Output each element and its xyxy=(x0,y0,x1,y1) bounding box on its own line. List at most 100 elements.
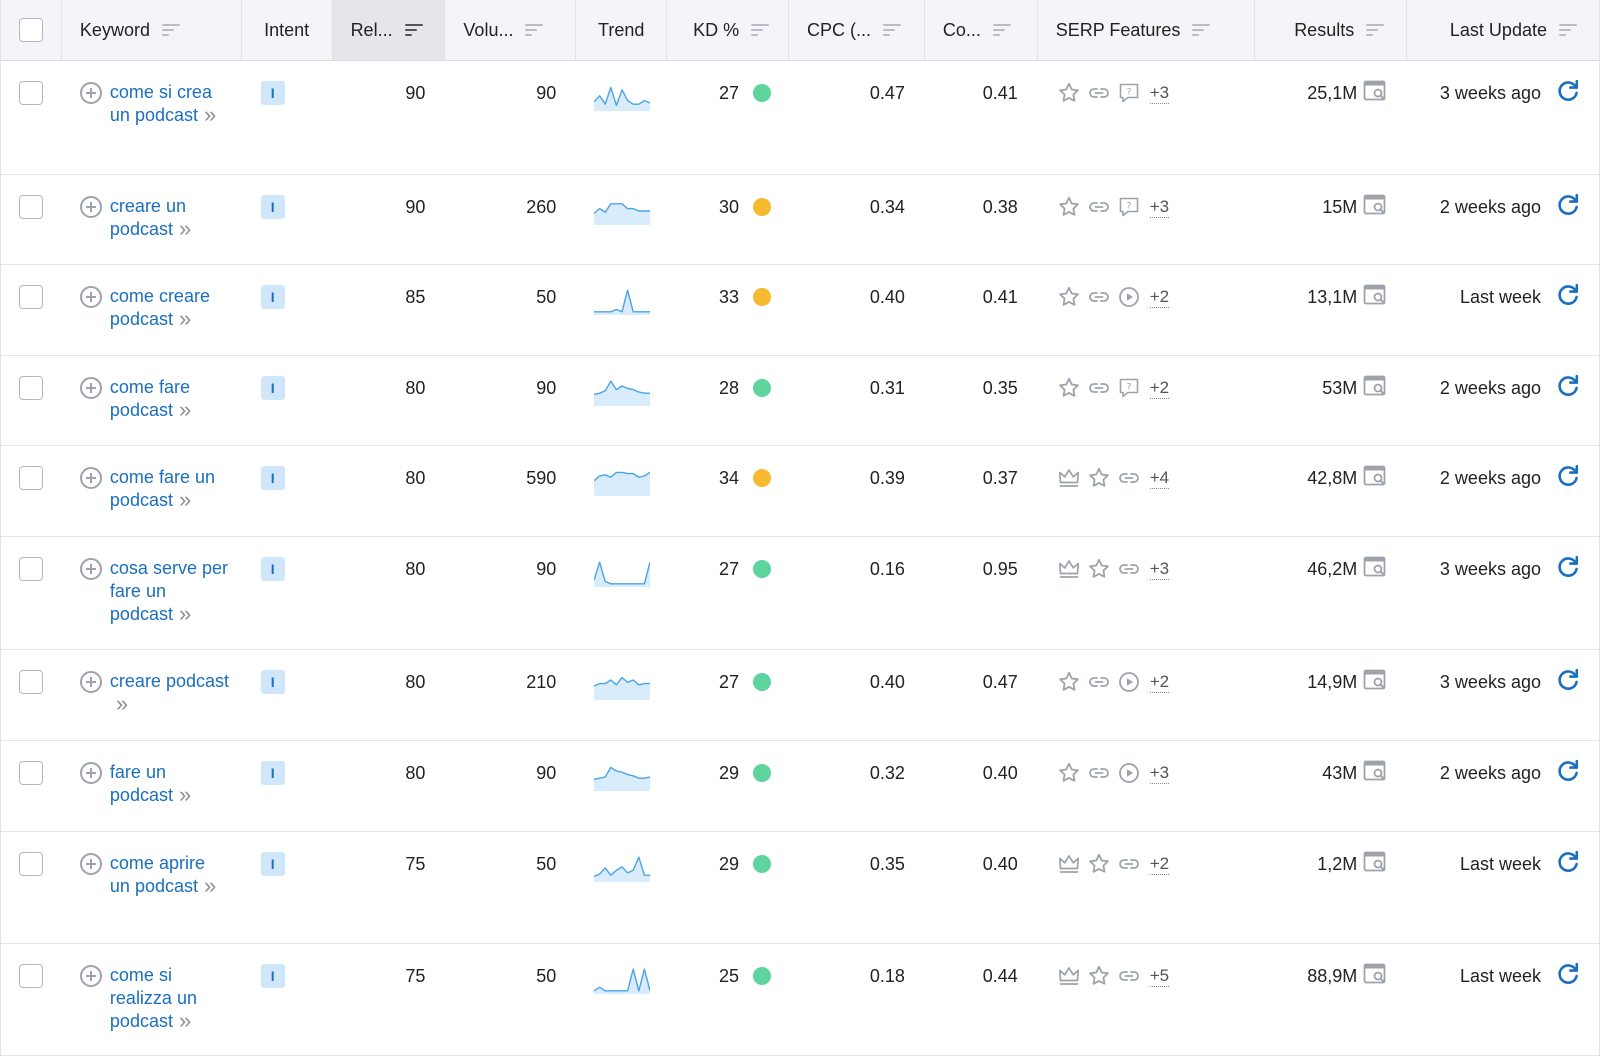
serp-preview-icon[interactable] xyxy=(1363,80,1389,107)
header-results[interactable]: Results xyxy=(1255,0,1408,60)
keyword-link[interactable]: come fare podcast xyxy=(110,377,190,420)
add-plus-icon[interactable] xyxy=(79,377,102,399)
link-icon[interactable] xyxy=(1086,195,1112,219)
serp-preview-icon[interactable] xyxy=(1363,194,1389,221)
serp-preview-icon[interactable] xyxy=(1363,284,1389,311)
row-checkbox[interactable] xyxy=(19,761,43,785)
serp-more-link[interactable]: +2 xyxy=(1149,287,1170,308)
row-checkbox[interactable] xyxy=(19,964,43,988)
sort-icon[interactable] xyxy=(1192,23,1211,37)
row-checkbox[interactable] xyxy=(19,285,43,309)
crown-icon[interactable] xyxy=(1056,964,1082,988)
video-icon[interactable] xyxy=(1116,285,1142,309)
link-icon[interactable] xyxy=(1086,670,1112,694)
serp-more-link[interactable]: +3 xyxy=(1149,83,1170,104)
chevron-double-right-icon[interactable]: » xyxy=(116,693,128,715)
header-competition[interactable]: Co... xyxy=(925,0,1038,60)
row-checkbox[interactable] xyxy=(19,852,43,876)
select-all-checkbox[interactable] xyxy=(19,18,43,42)
add-plus-icon[interactable] xyxy=(79,82,102,104)
serp-more-link[interactable]: +5 xyxy=(1149,966,1170,987)
header-last-update[interactable]: Last Update xyxy=(1407,0,1599,60)
row-checkbox[interactable] xyxy=(19,670,43,694)
add-plus-icon[interactable] xyxy=(79,286,102,308)
header-relevance[interactable]: Rel... xyxy=(332,0,446,60)
chevron-double-right-icon[interactable]: » xyxy=(204,104,216,126)
keyword-link[interactable]: cosa serve per fare un podcast xyxy=(110,558,228,624)
serp-more-link[interactable]: +2 xyxy=(1149,672,1170,693)
chevron-double-right-icon[interactable]: » xyxy=(179,399,191,421)
crown-icon[interactable] xyxy=(1056,852,1082,876)
chevron-double-right-icon[interactable]: » xyxy=(179,603,191,625)
sort-icon[interactable] xyxy=(751,23,770,37)
serp-more-link[interactable]: +3 xyxy=(1149,763,1170,784)
faq-icon[interactable]: ? xyxy=(1116,195,1142,219)
sort-icon[interactable] xyxy=(992,23,1011,37)
serp-preview-icon[interactable] xyxy=(1363,963,1389,990)
serp-preview-icon[interactable] xyxy=(1363,851,1389,878)
link-icon[interactable] xyxy=(1086,81,1112,105)
chevron-double-right-icon[interactable]: » xyxy=(179,218,191,240)
link-icon[interactable] xyxy=(1086,376,1112,400)
serp-preview-icon[interactable] xyxy=(1363,669,1389,696)
chevron-double-right-icon[interactable]: » xyxy=(204,875,216,897)
link-icon[interactable] xyxy=(1116,964,1142,988)
serp-preview-icon[interactable] xyxy=(1363,375,1389,402)
row-checkbox[interactable] xyxy=(19,195,43,219)
serp-preview-icon[interactable] xyxy=(1363,760,1389,787)
link-icon[interactable] xyxy=(1116,852,1142,876)
link-icon[interactable] xyxy=(1116,466,1142,490)
refresh-icon[interactable] xyxy=(1555,758,1581,789)
refresh-icon[interactable] xyxy=(1555,78,1581,109)
crown-icon[interactable] xyxy=(1056,557,1082,581)
sort-icon[interactable] xyxy=(1558,23,1577,37)
refresh-icon[interactable] xyxy=(1555,282,1581,313)
star-icon[interactable] xyxy=(1086,852,1112,876)
chevron-double-right-icon[interactable]: » xyxy=(179,489,191,511)
keyword-link[interactable]: come si crea un podcast xyxy=(110,82,212,125)
video-icon[interactable] xyxy=(1116,761,1142,785)
star-icon[interactable] xyxy=(1086,557,1112,581)
refresh-icon[interactable] xyxy=(1555,667,1581,698)
video-icon[interactable] xyxy=(1116,670,1142,694)
serp-more-link[interactable]: +2 xyxy=(1149,854,1170,875)
faq-icon[interactable]: ? xyxy=(1116,81,1142,105)
add-plus-icon[interactable] xyxy=(79,467,102,489)
keyword-link[interactable]: come fare un podcast xyxy=(110,467,215,510)
header-keyword[interactable]: Keyword xyxy=(62,0,242,60)
crown-icon[interactable] xyxy=(1056,466,1082,490)
sort-icon[interactable] xyxy=(883,23,902,37)
serp-more-link[interactable]: +3 xyxy=(1149,197,1170,218)
keyword-link[interactable]: creare podcast xyxy=(110,671,229,691)
row-checkbox[interactable] xyxy=(19,557,43,581)
faq-icon[interactable]: ? xyxy=(1116,376,1142,400)
star-icon[interactable] xyxy=(1086,964,1112,988)
serp-more-link[interactable]: +4 xyxy=(1149,468,1170,489)
row-checkbox[interactable] xyxy=(19,376,43,400)
star-icon[interactable] xyxy=(1056,285,1082,309)
refresh-icon[interactable] xyxy=(1555,192,1581,223)
keyword-link[interactable]: fare un podcast xyxy=(110,762,173,805)
add-plus-icon[interactable] xyxy=(79,762,102,784)
header-kd[interactable]: KD % xyxy=(667,0,789,60)
star-icon[interactable] xyxy=(1056,195,1082,219)
chevron-double-right-icon[interactable]: » xyxy=(179,308,191,330)
chevron-double-right-icon[interactable]: » xyxy=(179,784,191,806)
keyword-link[interactable]: creare un podcast xyxy=(110,196,186,239)
add-plus-icon[interactable] xyxy=(79,558,102,580)
add-plus-icon[interactable] xyxy=(79,965,102,987)
refresh-icon[interactable] xyxy=(1555,849,1581,880)
sort-icon[interactable] xyxy=(525,23,544,37)
row-checkbox[interactable] xyxy=(19,466,43,490)
refresh-icon[interactable] xyxy=(1555,554,1581,585)
star-icon[interactable] xyxy=(1056,376,1082,400)
refresh-icon[interactable] xyxy=(1555,961,1581,992)
header-cpc[interactable]: CPC (... xyxy=(789,0,925,60)
sort-icon[interactable] xyxy=(404,23,423,37)
keyword-link[interactable]: come creare podcast xyxy=(110,286,210,329)
add-plus-icon[interactable] xyxy=(79,671,102,693)
chevron-double-right-icon[interactable]: » xyxy=(179,1010,191,1032)
add-plus-icon[interactable] xyxy=(79,853,102,875)
link-icon[interactable] xyxy=(1116,557,1142,581)
star-icon[interactable] xyxy=(1056,761,1082,785)
